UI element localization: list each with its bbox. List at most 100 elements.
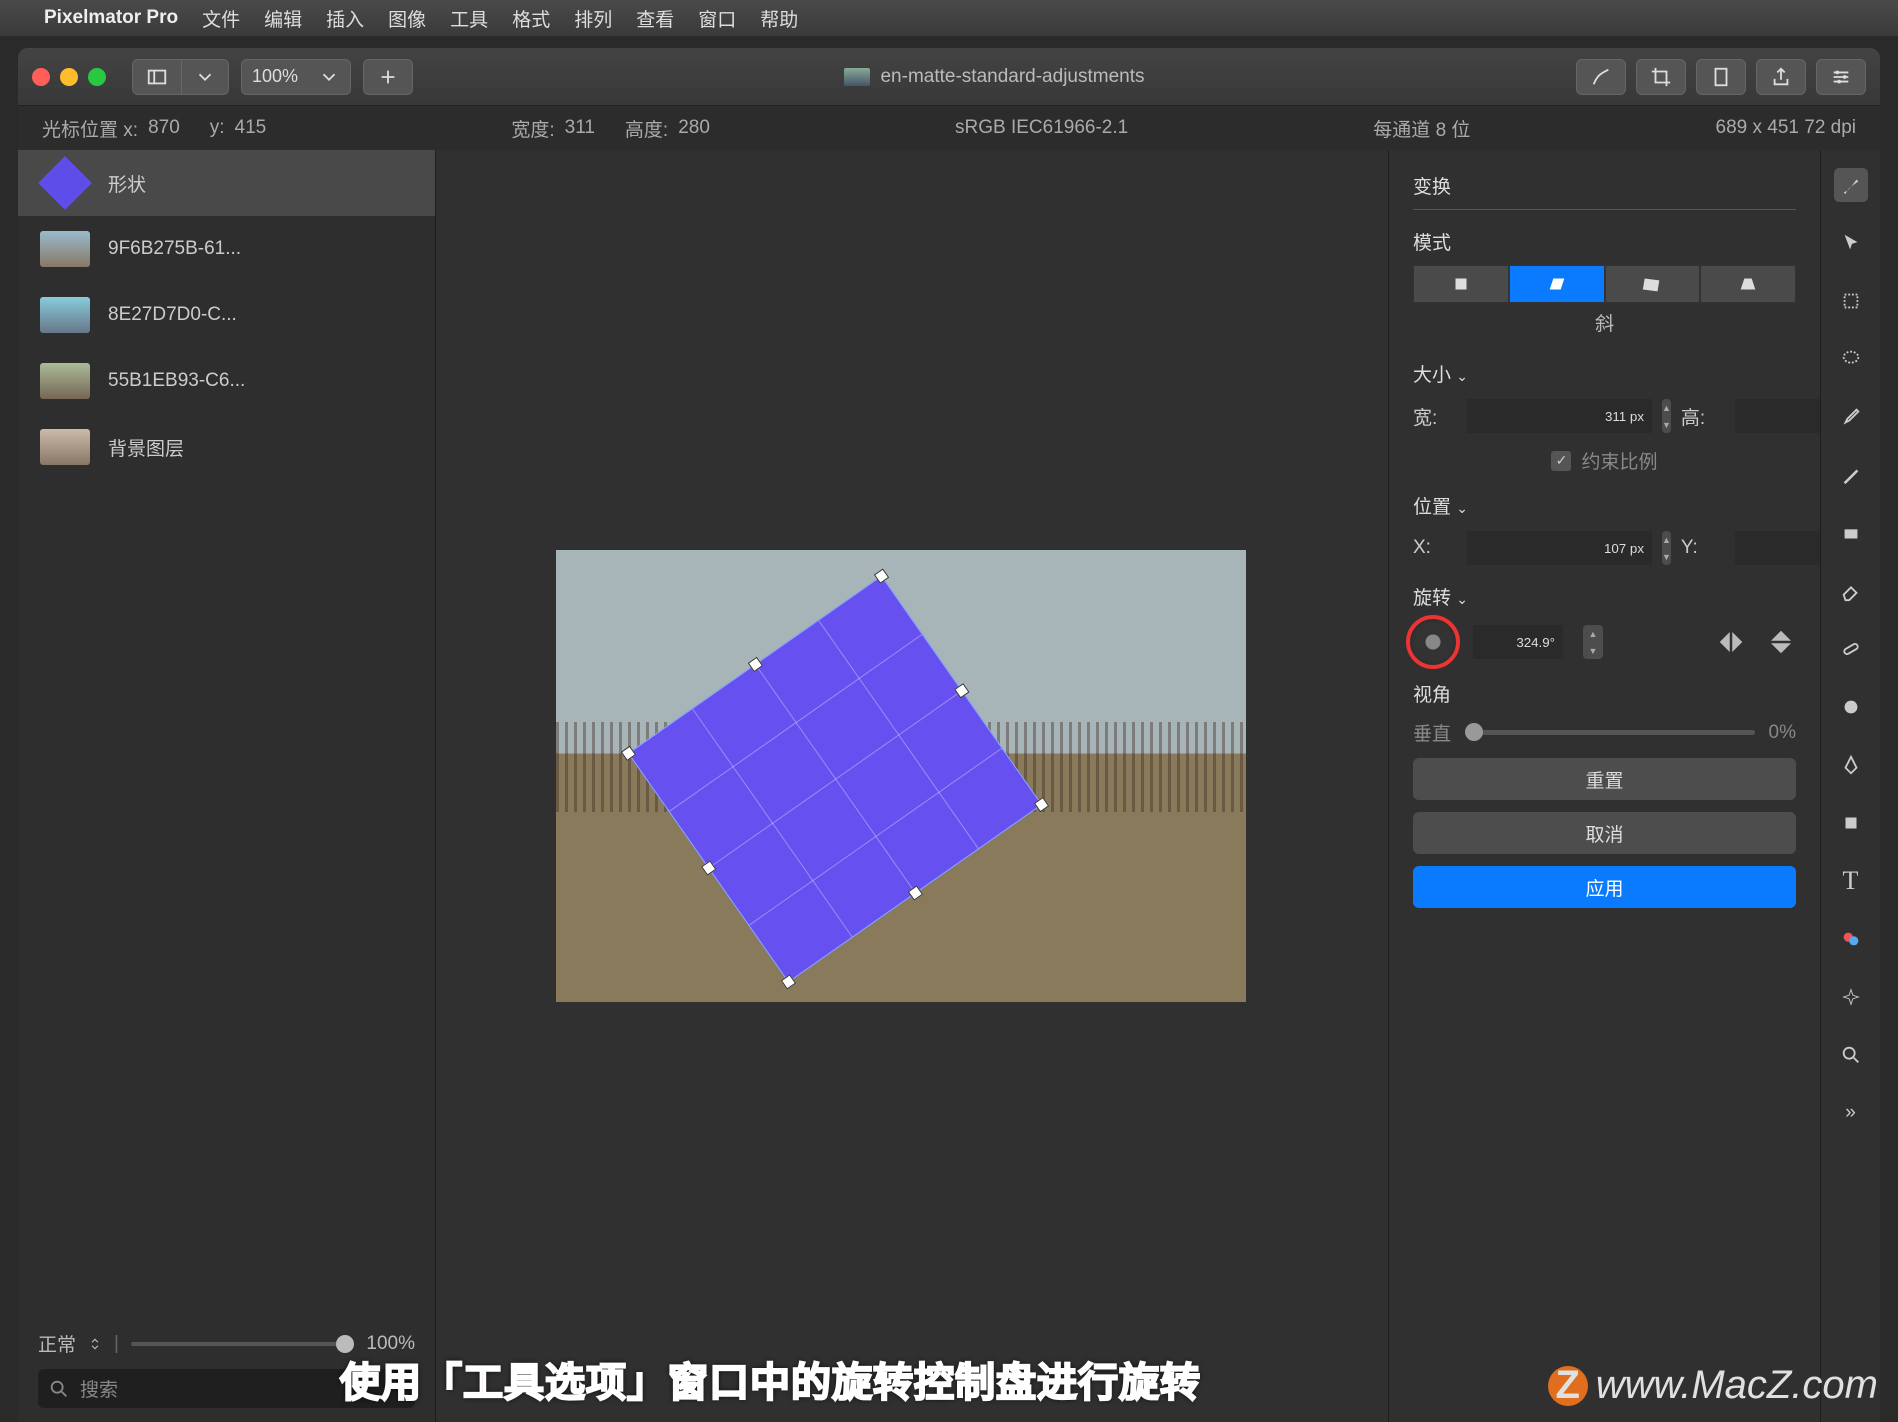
width-label: 宽: — [1413, 403, 1457, 430]
reset-button[interactable]: 重置 — [1413, 758, 1796, 800]
marquee-tool[interactable] — [1834, 284, 1868, 318]
color-adjust-button[interactable] — [1576, 59, 1626, 95]
zoom-tool[interactable] — [1834, 1038, 1868, 1072]
layer-row[interactable]: 形状 — [18, 150, 435, 216]
constrain-checkbox[interactable]: ✓ — [1551, 451, 1571, 471]
lasso-tool[interactable] — [1834, 342, 1868, 376]
rotation-stepper[interactable]: ▲▼ — [1583, 625, 1603, 659]
chevron-down-icon — [318, 66, 340, 88]
height-input[interactable] — [1735, 399, 1820, 433]
layer-row[interactable]: 背景图层 — [18, 414, 435, 480]
mode-perspective[interactable] — [1700, 265, 1796, 303]
text-tool[interactable]: T — [1834, 864, 1868, 898]
width-input[interactable] — [1467, 399, 1652, 433]
perspective-slider[interactable] — [1465, 730, 1755, 735]
rotation-dial[interactable] — [1413, 622, 1453, 662]
size-section-title[interactable]: 大小 ⌄ — [1413, 360, 1796, 387]
menu-insert[interactable]: 插入 — [326, 5, 364, 32]
width-stepper[interactable]: ▲▼ — [1662, 399, 1671, 433]
close-window-button[interactable] — [32, 68, 50, 86]
watermark-text: www.MacZ.com — [1596, 1363, 1878, 1408]
sidebar-icon — [146, 66, 168, 88]
flip-horizontal-icon[interactable] — [1716, 627, 1746, 657]
layer-row[interactable]: 8E27D7D0-C... — [18, 282, 435, 348]
mode-skew[interactable] — [1509, 265, 1605, 303]
cancel-button[interactable]: 取消 — [1413, 812, 1796, 854]
fill-tool[interactable] — [1834, 516, 1868, 550]
shape-layer-thumb — [38, 156, 92, 210]
x-input[interactable] — [1467, 531, 1652, 565]
menu-view[interactable]: 查看 — [636, 5, 674, 32]
y-label: Y: — [1681, 537, 1725, 559]
color-circles-icon — [1840, 928, 1862, 950]
app-name[interactable]: Pixelmator Pro — [44, 7, 178, 29]
sparkle-icon — [1840, 986, 1862, 1008]
x-stepper[interactable]: ▲▼ — [1662, 531, 1671, 565]
blend-mode-select[interactable]: 正常 — [38, 1330, 76, 1357]
layer-name: 55B1EB93-C6... — [108, 370, 245, 392]
arrow-tool[interactable] — [1834, 226, 1868, 260]
skew-icon — [1546, 273, 1568, 295]
layer-row[interactable]: 55B1EB93-C6... — [18, 348, 435, 414]
eraser-tool[interactable] — [1834, 574, 1868, 608]
perspective-value: 0% — [1769, 722, 1796, 744]
y-input[interactable] — [1735, 531, 1820, 565]
flip-vertical-icon[interactable] — [1766, 627, 1796, 657]
layer-thumb — [40, 363, 90, 399]
layer-row[interactable]: 9F6B275B-61... — [18, 216, 435, 282]
inspector-panel: 变换 模式 斜 大小 ⌄ 宽: ▲▼ 高: ▲▼ ✓ 约束比例 — [1388, 150, 1820, 1422]
height-label: 高: — [1681, 403, 1725, 430]
pen-tool[interactable] — [1834, 748, 1868, 782]
brush-tool[interactable] — [1834, 458, 1868, 492]
selected-shape[interactable] — [616, 560, 1054, 998]
height-value: 280 — [678, 117, 710, 139]
settings-button[interactable] — [1816, 59, 1866, 95]
rotate-section-title[interactable]: 旋转 ⌄ — [1413, 583, 1796, 610]
menu-help[interactable]: 帮助 — [760, 5, 798, 32]
share-button[interactable] — [1756, 59, 1806, 95]
position-section-title[interactable]: 位置 ⌄ — [1413, 492, 1796, 519]
minimize-window-button[interactable] — [60, 68, 78, 86]
zoom-window-button[interactable] — [88, 68, 106, 86]
more-tools[interactable]: » — [1834, 1096, 1868, 1130]
x-label: X: — [1413, 537, 1457, 559]
canvas-area[interactable] — [436, 150, 1388, 1422]
eyedropper-tool[interactable] — [1834, 400, 1868, 434]
main-area: 形状 9F6B275B-61... 8E27D7D0-C... 55B1EB93… — [18, 150, 1880, 1422]
annotation-text: 使用「工具选项」窗口中的旋转控制盘进行旋转 — [340, 1350, 1201, 1408]
sidebar-dropdown-button[interactable] — [182, 59, 229, 95]
add-button[interactable] — [363, 59, 413, 95]
resize-icon — [1450, 273, 1472, 295]
effects-tool[interactable] — [1834, 980, 1868, 1014]
style-tool[interactable] — [1834, 168, 1868, 202]
page-icon — [1710, 66, 1732, 88]
crop-button[interactable] — [1636, 59, 1686, 95]
search-icon — [48, 1378, 70, 1400]
menu-tools[interactable]: 工具 — [450, 5, 488, 32]
apply-button[interactable]: 应用 — [1413, 866, 1796, 908]
menu-format[interactable]: 格式 — [512, 5, 550, 32]
opacity-slider[interactable] — [131, 1342, 354, 1346]
app-window: 100% en-matte-standard-adjustments — [18, 48, 1880, 1422]
mode-resize[interactable] — [1413, 265, 1509, 303]
crop-icon — [1650, 66, 1672, 88]
layer-name: 背景图层 — [108, 434, 184, 461]
color-tool[interactable] — [1834, 922, 1868, 956]
layer-name: 8E27D7D0-C... — [108, 304, 237, 326]
sidebar-toggle-button[interactable] — [132, 59, 182, 95]
menu-arrange[interactable]: 排列 — [574, 5, 612, 32]
chevrons-icon: » — [1845, 1102, 1856, 1124]
page-button[interactable] — [1696, 59, 1746, 95]
menu-file[interactable]: 文件 — [202, 5, 240, 32]
zoom-dropdown[interactable]: 100% — [241, 59, 351, 95]
menu-edit[interactable]: 编辑 — [264, 5, 302, 32]
mode-distort[interactable] — [1605, 265, 1701, 303]
heal-tool[interactable] — [1834, 632, 1868, 666]
rotation-input[interactable] — [1473, 625, 1563, 659]
document-title: en-matte-standard-adjustments — [880, 66, 1144, 88]
text-t-icon: T — [1843, 866, 1859, 896]
menu-image[interactable]: 图像 — [388, 5, 426, 32]
shape-tool[interactable] — [1834, 806, 1868, 840]
smudge-tool[interactable] — [1834, 690, 1868, 724]
menu-window[interactable]: 窗口 — [698, 5, 736, 32]
